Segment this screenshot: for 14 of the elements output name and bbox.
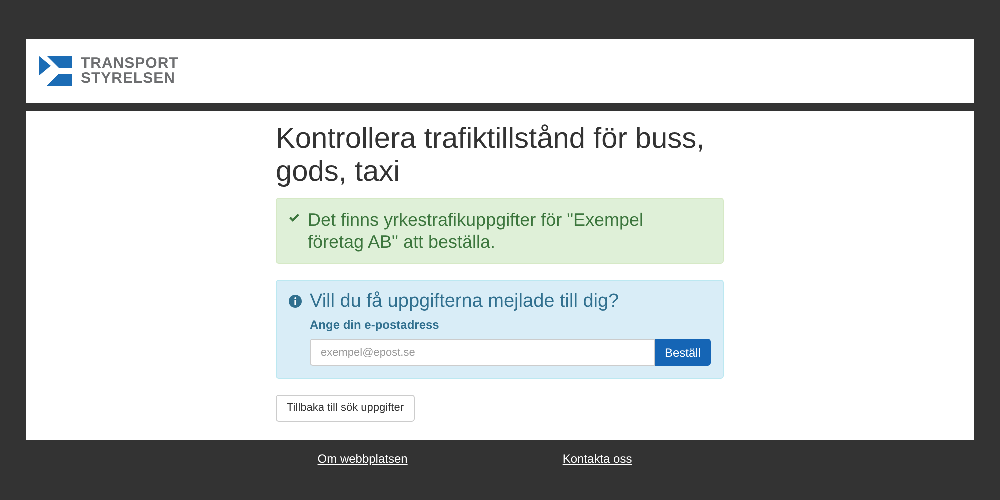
alert-message: Det finns yrkestrafikuppgifter för "Exempel företag AB" att beställa.	[308, 209, 645, 253]
check-icon	[289, 214, 300, 223]
info-icon	[289, 295, 302, 308]
panel-heading: Vill du få uppgifterna mejlade till dig?	[310, 291, 620, 313]
back-button[interactable]: Tillbaka till sök uppgifter	[276, 395, 415, 422]
footer-link[interactable]: Om webbplatsen	[318, 450, 408, 468]
logo-icon	[39, 56, 72, 86]
order-button[interactable]: Beställ	[654, 339, 711, 366]
page-title: Kontrollera trafiktillstånd för buss, gods, taxi	[276, 123, 706, 189]
email-field[interactable]: exempel@epost.se	[310, 339, 655, 366]
logo-text: TRANSPORT	[81, 56, 179, 71]
logo-text: STYRELSEN	[81, 71, 177, 86]
email-label: Ange din e-postadress	[310, 317, 440, 334]
footer-link[interactable]: Kontakta oss	[562, 450, 632, 468]
